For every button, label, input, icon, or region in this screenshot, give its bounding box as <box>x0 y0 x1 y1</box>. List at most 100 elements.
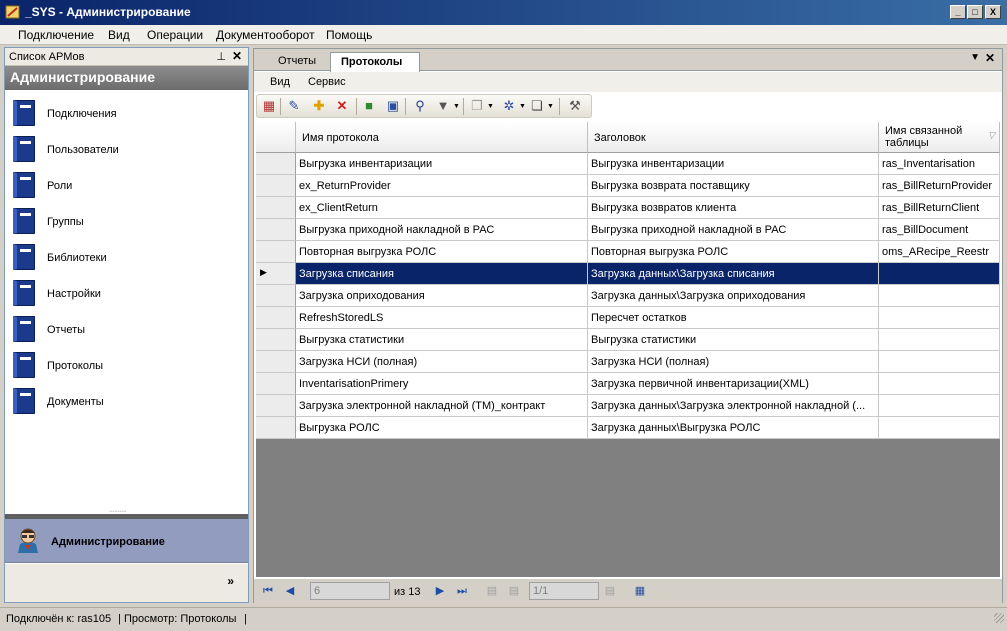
tools-icon[interactable]: ⚒ <box>567 98 583 114</box>
arm-item-connections[interactable]: Подключения <box>5 96 248 132</box>
windows-icon[interactable]: ❏ <box>529 98 545 114</box>
table-cell[interactable] <box>879 417 1000 439</box>
table-cell[interactable] <box>879 351 1000 373</box>
table-cell[interactable]: Выгрузка инвентаризации <box>588 153 879 175</box>
save-all-icon[interactable]: ▣ <box>385 98 401 114</box>
minimize-button[interactable]: _ <box>950 5 966 19</box>
next-page-icon[interactable]: ▤ <box>602 583 618 599</box>
menu-view[interactable]: Вид <box>108 28 130 42</box>
gear-icon[interactable]: ✲ <box>501 98 517 114</box>
last-record-icon[interactable]: ⏭ <box>454 583 470 599</box>
row-selector[interactable] <box>256 153 296 175</box>
table-cell[interactable] <box>879 307 1000 329</box>
table-cell[interactable]: Загрузка данных\Выгрузка РОЛС <box>588 417 879 439</box>
table-cell[interactable] <box>879 329 1000 351</box>
menu-workflow[interactable]: Документооборот <box>216 28 315 42</box>
table-cell[interactable]: ras_BillReturnClient <box>879 197 1000 219</box>
table-cell[interactable]: ex_ClientReturn <box>296 197 588 219</box>
row-selector[interactable] <box>256 197 296 219</box>
table-cell[interactable]: Загрузка электронной накладной (ТМ)_конт… <box>296 395 588 417</box>
table-row[interactable]: Загрузка оприходования Загрузка данных\За… <box>256 285 1000 307</box>
row-selector[interactable] <box>256 263 296 285</box>
table-cell[interactable]: Загрузка НСИ (полная) <box>588 351 879 373</box>
table-cell[interactable]: Загрузка данных\Загрузка электронной нак… <box>588 395 879 417</box>
table-cell[interactable]: Загрузка оприходования <box>296 285 588 307</box>
column-header-name[interactable]: Имя протокола <box>296 122 588 153</box>
tab-reports[interactable]: Отчеты <box>268 52 328 71</box>
table-cell[interactable]: Повторная выгрузка РОЛС <box>296 241 588 263</box>
table-row[interactable]: RefreshStoredLS Пересчет остатков <box>256 307 1000 329</box>
copy-icon[interactable]: ❐ <box>469 98 485 114</box>
row-selector[interactable] <box>256 307 296 329</box>
row-selector[interactable] <box>256 373 296 395</box>
resize-grip-icon[interactable] <box>994 613 1004 623</box>
arm-item-settings[interactable]: Настройки <box>5 276 248 312</box>
table-cell[interactable]: ras_BillDocument <box>879 219 1000 241</box>
row-selector[interactable] <box>256 351 296 373</box>
grid-menu-service[interactable]: Сервис <box>308 76 346 88</box>
row-selector[interactable] <box>256 285 296 307</box>
row-selector[interactable] <box>256 219 296 241</box>
tab-protocols[interactable]: Протоколы <box>330 52 420 72</box>
table-cell[interactable]: Загрузка НСИ (полная) <box>296 351 588 373</box>
table-row[interactable]: Выгрузка РОЛС Загрузка данных\Выгрузка РО… <box>256 417 1000 439</box>
table-row[interactable]: ex_ReturnProvider Выгрузка возврата поста… <box>256 175 1000 197</box>
delete-icon[interactable]: ✕ <box>334 98 350 114</box>
table-row[interactable]: Выгрузка статистики Выгрузка статистики <box>256 329 1000 351</box>
column-header-linked-table[interactable]: Имя связанной таблицы ▽ <box>879 122 1000 153</box>
column-header-title[interactable]: Заголовок <box>588 122 879 153</box>
arm-item-libraries[interactable]: Библиотеки <box>5 240 248 276</box>
record-position-field[interactable]: 6 <box>310 582 390 600</box>
prev-page-icon[interactable]: ▤ <box>484 583 500 599</box>
arm-item-groups[interactable]: Группы <box>5 204 248 240</box>
table-cell[interactable]: Загрузка данных\Загрузка списания <box>588 263 879 285</box>
table-row[interactable]: Повторная выгрузка РОЛС Повторная выгрузк… <box>256 241 1000 263</box>
table-cell[interactable] <box>879 263 1000 285</box>
find-icon[interactable]: ⚲ <box>412 98 428 114</box>
arm-item-protocols[interactable]: Протоколы <box>5 348 248 384</box>
close-button[interactable]: X <box>985 5 1001 19</box>
arm-item-users[interactable]: Пользователи <box>5 132 248 168</box>
row-selector[interactable] <box>256 241 296 263</box>
edit-icon[interactable]: ✎ <box>286 98 302 114</box>
row-selector[interactable] <box>256 417 296 439</box>
table-cell[interactable]: Выгрузка статистики <box>588 329 879 351</box>
first-record-icon[interactable]: ⏮ <box>260 583 276 599</box>
table-cell[interactable]: Выгрузка приходной накладной в РАС <box>588 219 879 241</box>
table-cell[interactable] <box>879 373 1000 395</box>
menu-connect[interactable]: Подключение <box>18 28 94 42</box>
row-selector[interactable] <box>256 175 296 197</box>
active-arm-button[interactable]: Администрирование <box>5 519 248 563</box>
table-row[interactable]: Загрузка списанияЗагрузка данных\Загрузк… <box>256 263 1000 285</box>
table-cell[interactable]: Повторная выгрузка РОЛС <box>588 241 879 263</box>
table-cell[interactable]: Выгрузка статистики <box>296 329 588 351</box>
table-cell[interactable]: oms_ARecipe_Reestr <box>879 241 1000 263</box>
table-cell[interactable] <box>879 395 1000 417</box>
table-row[interactable]: Загрузка НСИ (полная) Загрузка НСИ (полна… <box>256 351 1000 373</box>
table-cell[interactable]: Выгрузка РОЛС <box>296 417 588 439</box>
page-list-icon[interactable]: ▤ <box>506 583 522 599</box>
arm-item-documents[interactable]: Документы <box>5 384 248 420</box>
arm-item-reports[interactable]: Отчеты <box>5 312 248 348</box>
chevron-down-icon[interactable]: ▼ <box>970 52 980 63</box>
table-cell[interactable]: Пересчет остатков <box>588 307 879 329</box>
save-icon[interactable]: ■ <box>361 98 377 114</box>
grid-settings-icon[interactable]: ▦ <box>632 583 648 599</box>
filter-icon[interactable]: ▼ <box>435 98 451 114</box>
table-cell[interactable]: Загрузка списания <box>296 263 588 285</box>
table-cell[interactable]: Загрузка данных\Загрузка оприходования <box>588 285 879 307</box>
table-cell[interactable]: Выгрузка приходной накладной в РАС <box>296 219 588 241</box>
refresh-grid-icon[interactable]: ▦ <box>261 98 277 114</box>
close-tab-icon[interactable]: ✕ <box>985 51 995 65</box>
table-row[interactable]: Выгрузка приходной накладной в РАС Выгруз… <box>256 219 1000 241</box>
menu-operations[interactable]: Операции <box>147 28 203 42</box>
table-cell[interactable]: Выгрузка инвентаризации <box>296 153 588 175</box>
prev-record-icon[interactable]: ◀ <box>282 583 298 599</box>
table-cell[interactable]: Выгрузка возврата поставщику <box>588 175 879 197</box>
add-icon[interactable]: ✚ <box>311 98 327 114</box>
table-cell[interactable] <box>879 285 1000 307</box>
table-cell[interactable]: Загрузка первичной инвентаризации(XML) <box>588 373 879 395</box>
gear-dropdown-icon[interactable]: ▼ <box>519 103 526 110</box>
table-row[interactable]: Загрузка электронной накладной (ТМ)_конт… <box>256 395 1000 417</box>
table-cell[interactable]: Выгрузка возвратов клиента <box>588 197 879 219</box>
